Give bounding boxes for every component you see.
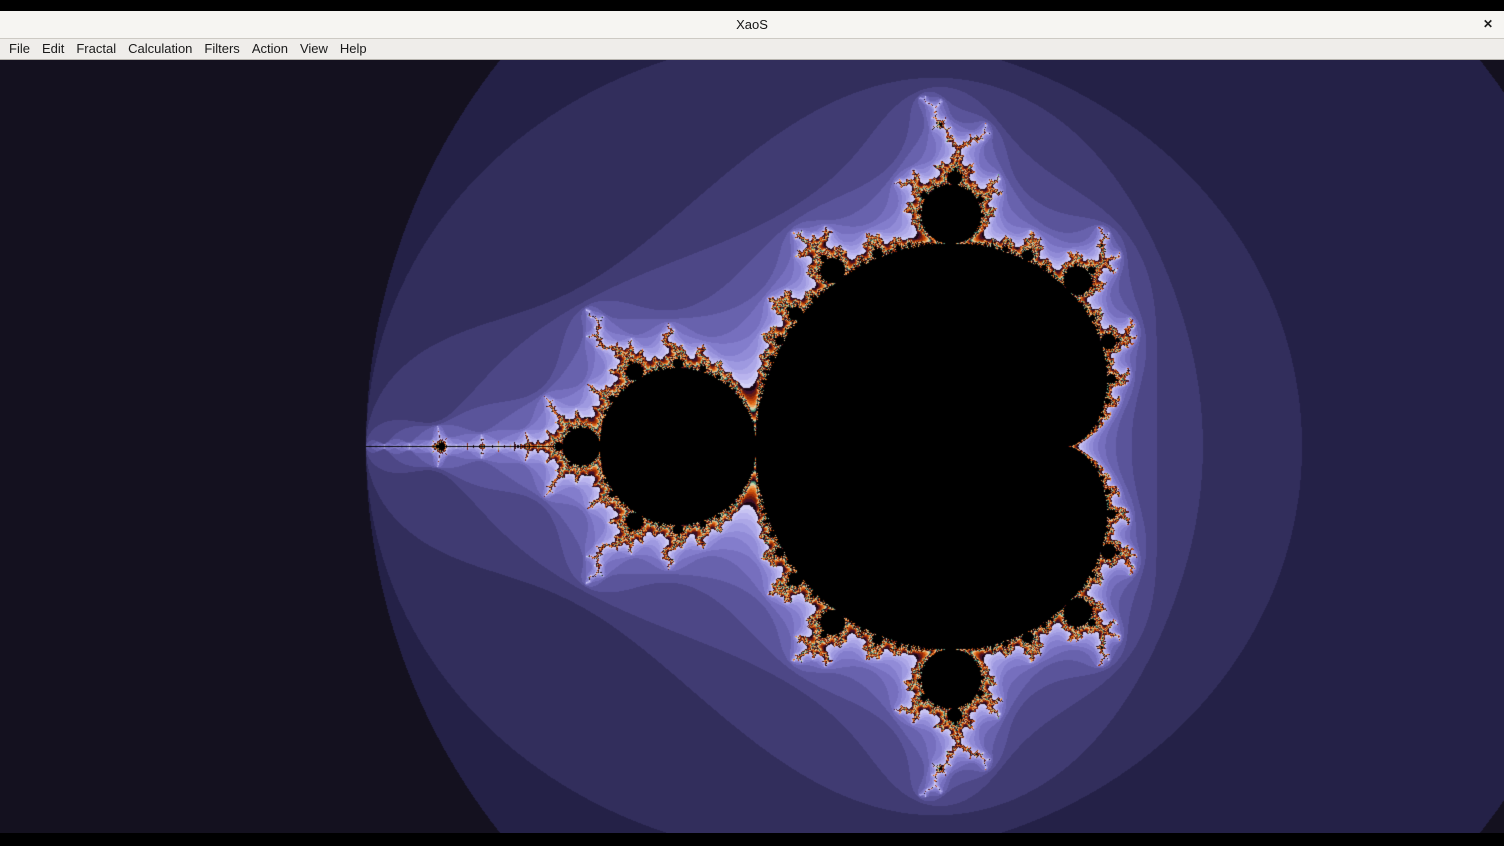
window-title: XaoS	[0, 11, 1504, 38]
menu-view[interactable]: View	[294, 39, 334, 59]
close-icon[interactable]: ✕	[1481, 11, 1495, 38]
menu-bar: File Edit Fractal Calculation Filters Ac…	[0, 39, 1504, 60]
xaos-window: XaoS ✕ File Edit Fractal Calculation Fil…	[0, 0, 1504, 846]
title-bar: XaoS ✕	[0, 11, 1504, 39]
menu-fractal[interactable]: Fractal	[70, 39, 122, 59]
menu-help[interactable]: Help	[334, 39, 373, 59]
menu-action[interactable]: Action	[246, 39, 294, 59]
menu-file[interactable]: File	[3, 39, 36, 59]
menu-calculation[interactable]: Calculation	[122, 39, 198, 59]
menu-filters[interactable]: Filters	[198, 39, 245, 59]
menu-edit[interactable]: Edit	[36, 39, 70, 59]
fractal-canvas[interactable]	[0, 60, 1504, 833]
desktop-strip-top	[0, 0, 1504, 11]
